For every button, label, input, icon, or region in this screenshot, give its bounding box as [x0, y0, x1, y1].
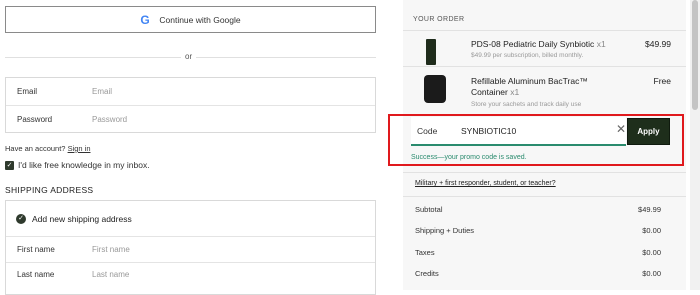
product-subtitle: Store your sachets and track daily use	[471, 101, 582, 108]
add-new-address-label: Add new shipping address	[32, 214, 132, 224]
scrollbar-thumb[interactable]	[692, 0, 698, 110]
newsletter-checkbox-row[interactable]: ✓ I'd like free knowledge in my inbox.	[5, 160, 150, 170]
summary-row-taxes: Taxes $0.00	[415, 248, 661, 257]
highlight-box	[388, 114, 684, 166]
shipping-address-heading: SHIPPING ADDRESS	[5, 185, 94, 195]
email-field[interactable]: Email	[92, 87, 112, 96]
order-item: PDS-08 Pediatric Daily Synbiotic x1 $49.…	[413, 30, 696, 66]
scrollbar[interactable]	[690, 0, 700, 290]
email-label: Email	[17, 87, 38, 96]
summary-row-shipping: Shipping + Duties $0.00	[415, 226, 661, 235]
summary-label: Credits	[415, 269, 439, 278]
first-name-label: First name	[17, 245, 55, 254]
divider	[403, 196, 686, 197]
summary-row-credits: Credits $0.00	[415, 269, 661, 278]
product-name-text: Refillable Aluminum BacTrac™	[471, 76, 588, 86]
product-image	[424, 75, 446, 103]
last-name-row[interactable]: Last name Last name	[6, 261, 375, 288]
product-price: $49.99	[645, 39, 671, 49]
continue-with-google-button[interactable]: G Continue with Google	[5, 6, 376, 33]
summary-value: $0.00	[642, 248, 661, 257]
or-label: or	[181, 52, 197, 61]
product-qty: x1	[510, 87, 520, 97]
product-name-text: PDS-08 Pediatric Daily Synbiotic	[471, 39, 595, 49]
product-name-text-line2: Container	[471, 87, 508, 97]
product-price: Free	[653, 76, 671, 86]
product-qty: x1	[596, 39, 606, 49]
password-row[interactable]: Password Password	[6, 106, 375, 133]
checkbox-checked-icon[interactable]: ✓	[5, 160, 14, 170]
password-label: Password	[17, 115, 53, 124]
email-row[interactable]: Email Email	[6, 78, 375, 105]
checkmark-circle-icon: ✓	[16, 214, 26, 224]
checkout-form: G Continue with Google or Email Email Pa…	[0, 0, 392, 295]
product-image	[426, 39, 436, 65]
account-prompt-text: Have an account?	[5, 144, 66, 153]
add-new-address-option[interactable]: ✓ Add new shipping address	[6, 205, 375, 233]
last-name-field[interactable]: Last name	[92, 270, 129, 279]
newsletter-label: I'd like free knowledge in my inbox.	[18, 160, 150, 170]
military-discount-link[interactable]: Military + first responder, student, or …	[415, 180, 556, 187]
order-item: Refillable Aluminum BacTrac™ Container x…	[413, 66, 696, 112]
summary-row-subtotal: Subtotal $49.99	[415, 205, 661, 214]
divider	[403, 172, 686, 173]
product-name: Refillable Aluminum BacTrac™ Container x…	[471, 76, 588, 98]
last-name-label: Last name	[17, 270, 55, 279]
account-prompt: Have an account? Sign in	[5, 144, 91, 153]
summary-label: Shipping + Duties	[415, 226, 474, 235]
password-field[interactable]: Password	[92, 115, 127, 124]
your-order-heading: YOUR ORDER	[413, 16, 465, 23]
product-subtitle: $49.99 per subscription, billed monthly.	[471, 52, 584, 59]
summary-label: Taxes	[415, 248, 435, 257]
summary-value: $0.00	[642, 269, 661, 278]
google-icon: G	[140, 12, 150, 27]
summary-label: Subtotal	[415, 205, 443, 214]
summary-value: $49.99	[638, 205, 661, 214]
login-fields: Email Email Password Password	[5, 77, 376, 133]
product-name: PDS-08 Pediatric Daily Synbiotic x1	[471, 39, 606, 50]
shipping-fields: ✓ Add new shipping address First name Fi…	[5, 200, 376, 295]
summary-value: $0.00	[642, 226, 661, 235]
sign-in-link[interactable]: Sign in	[68, 144, 91, 153]
google-button-label: Continue with Google	[159, 14, 241, 25]
first-name-field[interactable]: First name	[92, 245, 130, 254]
first-name-row[interactable]: First name First name	[6, 236, 375, 263]
